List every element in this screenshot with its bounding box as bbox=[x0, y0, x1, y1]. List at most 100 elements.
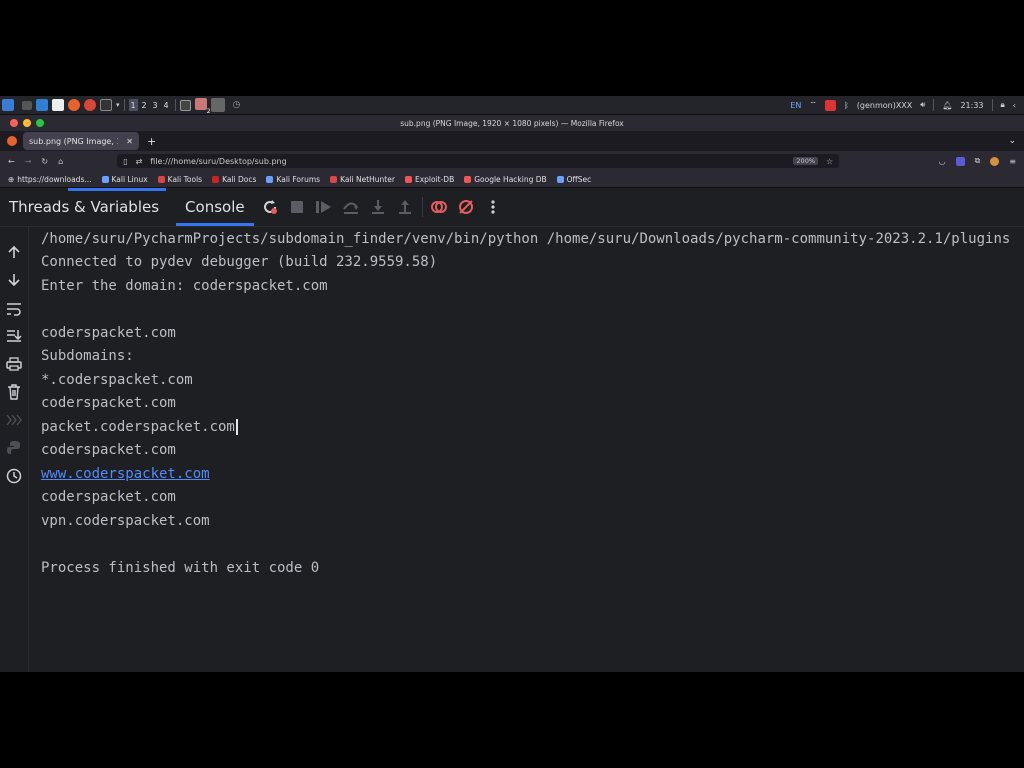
desktop-screen: ▾ 1 2 3 4 2 ◷ EN ⌔ ᛒ (genmon)XXX 🔊︎ 🔔︎ 2… bbox=[0, 96, 1024, 672]
firefox-view-icon[interactable] bbox=[7, 136, 17, 146]
list-tabs-chevron-icon[interactable]: ⌄ bbox=[1008, 136, 1016, 146]
new-tab-button[interactable]: + bbox=[147, 135, 156, 148]
bookmark-downloads[interactable]: ⊕ https://downloads... bbox=[8, 175, 92, 184]
volume-icon[interactable]: 🔊︎ bbox=[920, 100, 925, 110]
python-console-icon[interactable] bbox=[4, 438, 24, 458]
bookmark-exploit-db[interactable]: Exploit-DB bbox=[404, 175, 454, 184]
clock-app-icon[interactable]: ◷ bbox=[233, 100, 241, 110]
soft-wrap-icon[interactable] bbox=[4, 299, 24, 319]
kali-docs-icon bbox=[212, 175, 220, 183]
back-arrow-icon[interactable]: ← bbox=[8, 157, 15, 166]
console-line: coderspacket.com bbox=[41, 395, 176, 411]
console-line: coderspacket.com bbox=[41, 489, 176, 505]
bookmark-offsec[interactable]: OffSec bbox=[556, 175, 591, 184]
chevron-down-icon[interactable]: ▾ bbox=[116, 101, 120, 109]
terminal-icon[interactable] bbox=[100, 99, 112, 111]
offsec-icon bbox=[556, 175, 564, 183]
firefox-window-icon[interactable] bbox=[210, 98, 225, 112]
resume-icon[interactable] bbox=[313, 196, 335, 218]
console-line: coderspacket.com bbox=[41, 442, 176, 458]
console-side-toolbar bbox=[0, 227, 29, 672]
task-group[interactable]: 2 bbox=[194, 98, 211, 115]
text-editor-icon[interactable] bbox=[52, 99, 64, 111]
show-desktop-icon[interactable] bbox=[22, 100, 32, 110]
bookmark-star-icon[interactable]: ☆ bbox=[826, 157, 833, 166]
workspace-4[interactable]: 4 bbox=[162, 99, 171, 111]
kali-menu-icon[interactable] bbox=[2, 99, 14, 111]
home-icon[interactable]: ⌂ bbox=[58, 157, 63, 166]
file-page-icon: ▯ bbox=[123, 156, 128, 166]
bookmark-kali-nethunter[interactable]: Kali NetHunter bbox=[330, 175, 395, 184]
wifi-icon[interactable]: ⌔ bbox=[809, 100, 817, 110]
file-manager-icon[interactable] bbox=[36, 99, 48, 111]
chevron-left-icon[interactable]: ‹ bbox=[1013, 101, 1016, 110]
bookmark-kali-docs[interactable]: Kali Docs bbox=[212, 175, 256, 184]
task-icon bbox=[194, 98, 207, 110]
url-box[interactable]: ▯ ⇄ file:///home/suru/Desktop/sub.png 20… bbox=[117, 154, 840, 168]
reload-icon[interactable]: ↻ bbox=[41, 157, 48, 166]
arrow-up-icon[interactable] bbox=[4, 242, 24, 262]
more-options-icon[interactable] bbox=[482, 196, 504, 218]
console-line: Connected to pydev debugger (build 232.9… bbox=[41, 254, 438, 270]
tab-threads-variables[interactable]: Threads & Variables bbox=[0, 188, 168, 226]
bookmark-kali-tools[interactable]: Kali Tools bbox=[157, 175, 202, 184]
navigation-toolbar: ← → ↻ ⌂ ▯ ⇄ file:///home/suru/Desktop/su… bbox=[0, 151, 1024, 171]
workspace-3[interactable]: 3 bbox=[151, 99, 160, 111]
workspace-1[interactable]: 1 bbox=[128, 99, 138, 111]
kali-forums-icon bbox=[266, 175, 274, 183]
tab-console[interactable]: Console bbox=[176, 188, 254, 226]
exploit-db-icon bbox=[404, 175, 412, 183]
step-over-icon[interactable] bbox=[340, 196, 362, 218]
pycharm-window-icon[interactable] bbox=[179, 99, 191, 111]
scroll-to-end-icon[interactable] bbox=[4, 326, 24, 346]
bookmark-google-hacking-db[interactable]: Google Hacking DB bbox=[464, 175, 547, 184]
close-tab-icon[interactable]: ✕ bbox=[126, 137, 133, 146]
globe-icon: ⊕ bbox=[8, 174, 15, 184]
bookmarks-toolbar: ⊕ https://downloads... Kali Linux Kali To… bbox=[0, 171, 1024, 188]
genmon-label: (genmon)XXX bbox=[856, 100, 913, 110]
workspace-switcher[interactable]: 1 2 3 4 bbox=[128, 99, 171, 111]
url-text[interactable]: file:///home/suru/Desktop/sub.png bbox=[150, 157, 286, 166]
lock-icon[interactable]: 🔒︎ bbox=[1001, 100, 1005, 110]
mute-breakpoints-icon[interactable] bbox=[455, 196, 477, 218]
history-clock-icon[interactable] bbox=[4, 466, 24, 486]
vpn-icon[interactable] bbox=[824, 99, 836, 111]
pycharm-debug-panel: Threads & Variables Console /home/suru/P… bbox=[0, 188, 1024, 672]
extension-icon[interactable] bbox=[955, 156, 965, 166]
zoom-level[interactable]: 200% bbox=[793, 157, 819, 165]
firefox-launcher-icon[interactable] bbox=[68, 99, 80, 111]
console-output[interactable]: /home/suru/PycharmProjects/subdomain_fin… bbox=[29, 227, 1024, 672]
clock[interactable]: 21:33 bbox=[960, 101, 983, 110]
window-title: sub.png (PNG Image, 1920 × 1080 pixels) … bbox=[400, 118, 624, 128]
forward-arrow-icon[interactable]: → bbox=[25, 157, 32, 166]
account-avatar[interactable] bbox=[990, 156, 1000, 166]
workspace-2[interactable]: 2 bbox=[140, 99, 149, 111]
console-hyperlink[interactable]: www.coderspacket.com bbox=[41, 464, 210, 484]
chrome-launcher-icon[interactable] bbox=[84, 99, 96, 111]
permissions-icon[interactable]: ⇄ bbox=[136, 157, 143, 166]
console-line: *.coderspacket.com bbox=[41, 372, 193, 388]
clear-all-trash-icon[interactable] bbox=[4, 382, 24, 402]
print-icon[interactable] bbox=[4, 354, 24, 374]
bookmark-kali-forums[interactable]: Kali Forums bbox=[266, 175, 320, 184]
bookmark-kali-linux[interactable]: Kali Linux bbox=[101, 175, 148, 184]
bluetooth-icon[interactable]: ᛒ bbox=[844, 101, 849, 110]
view-breakpoints-icon[interactable] bbox=[428, 196, 450, 218]
arrow-down-icon[interactable] bbox=[4, 270, 24, 290]
browser-tab[interactable]: sub.png (PNG Image, 19... ✕ bbox=[23, 132, 139, 150]
panel-separator bbox=[991, 99, 993, 111]
panel-separator bbox=[933, 99, 935, 111]
pocket-icon[interactable]: ◡ bbox=[939, 157, 946, 166]
extensions-puzzle-icon[interactable]: ⧉ bbox=[975, 156, 981, 166]
stop-icon[interactable] bbox=[286, 196, 308, 218]
text-caret bbox=[235, 419, 238, 435]
step-into-icon[interactable] bbox=[367, 196, 389, 218]
show-more-chevrons-icon[interactable] bbox=[4, 410, 24, 430]
keyboard-layout[interactable]: EN bbox=[790, 101, 801, 110]
rerun-icon[interactable] bbox=[259, 196, 281, 218]
console-line: coderspacket.com bbox=[41, 325, 176, 341]
notification-bell-icon[interactable]: 🔔︎ bbox=[942, 101, 952, 110]
ghdb-icon bbox=[464, 175, 472, 183]
step-out-icon[interactable] bbox=[394, 196, 416, 218]
hamburger-menu-icon[interactable]: ≡ bbox=[1009, 157, 1016, 166]
